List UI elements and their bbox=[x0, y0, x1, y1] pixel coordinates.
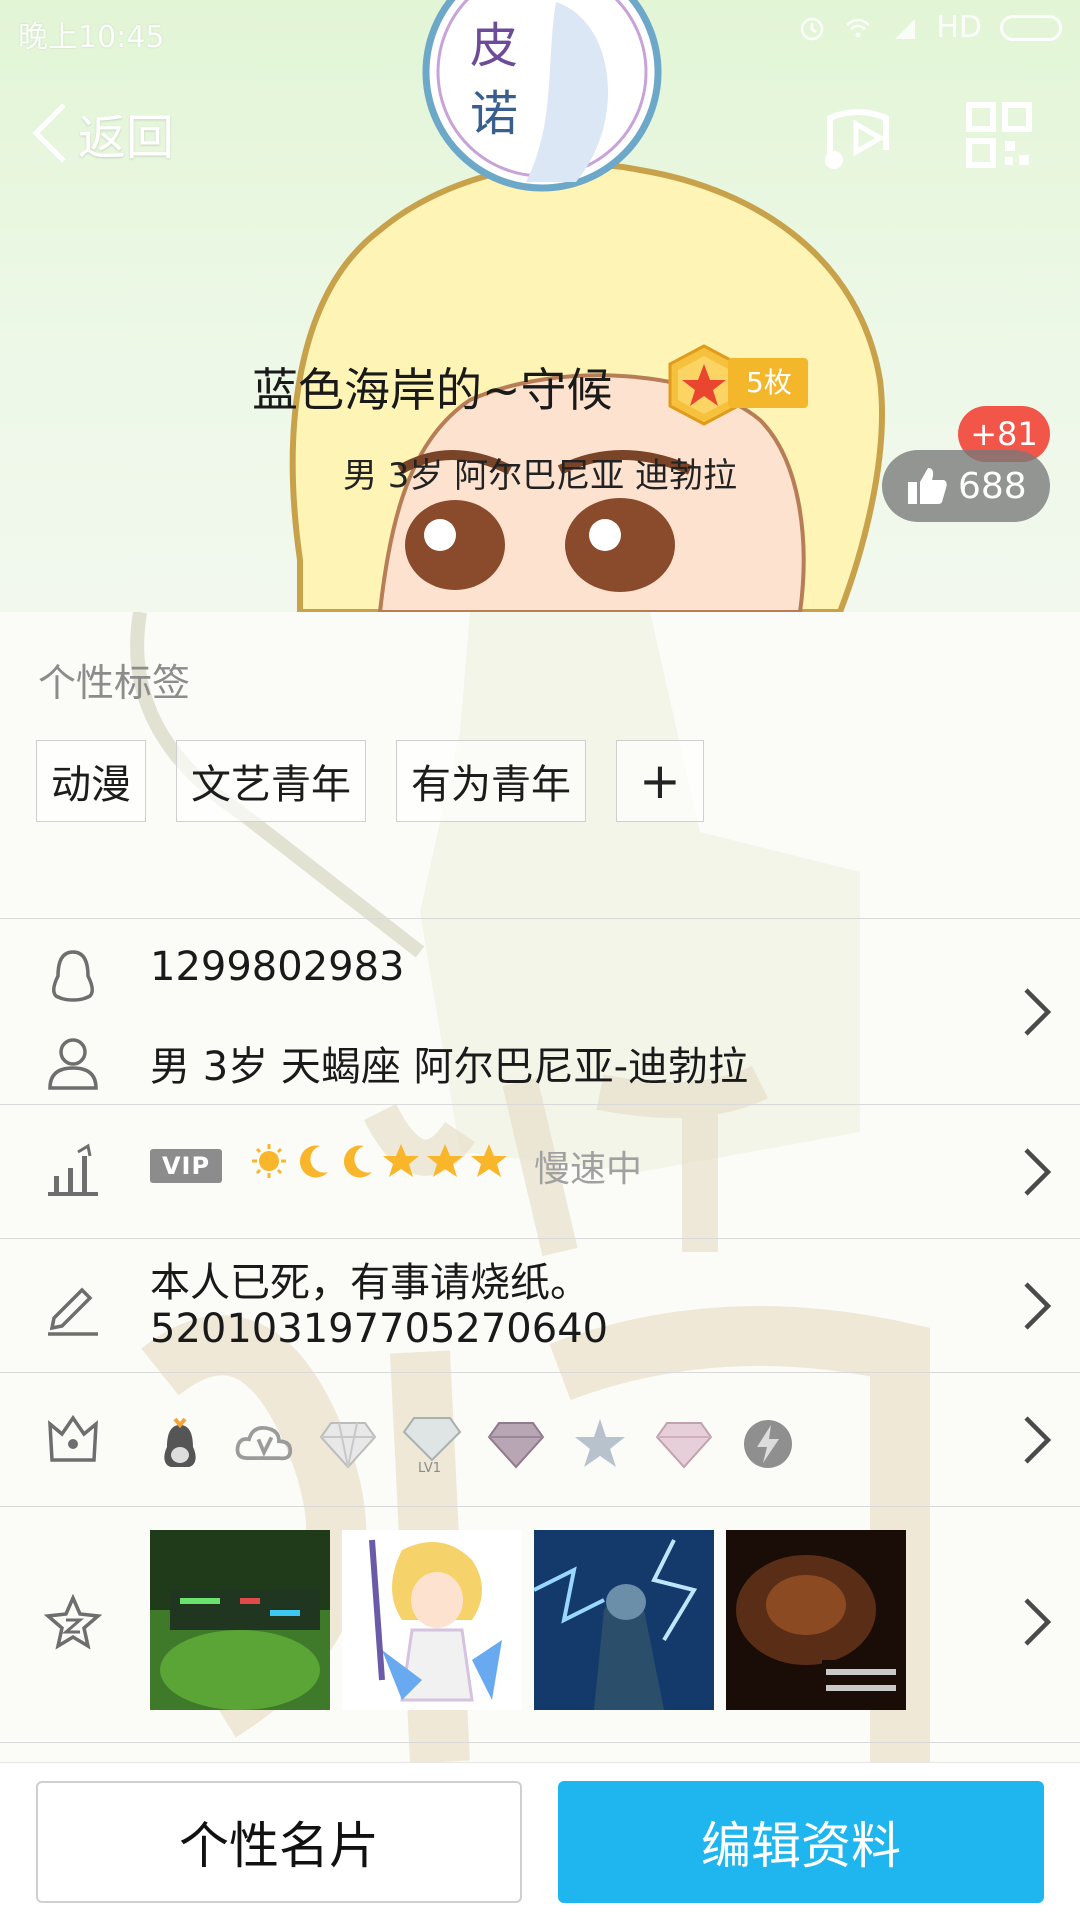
status-icons: HD bbox=[798, 10, 1062, 45]
divider bbox=[0, 1742, 1080, 1743]
music-icon[interactable] bbox=[820, 100, 894, 174]
photo-thumbnail[interactable] bbox=[534, 1530, 714, 1710]
add-tag-button[interactable]: + bbox=[616, 740, 704, 822]
star-icon bbox=[382, 1142, 420, 1180]
diamond-purple-badge-icon bbox=[486, 1414, 546, 1474]
chevron-right-icon bbox=[1024, 1598, 1052, 1646]
badge-list: LV1 bbox=[150, 1414, 798, 1474]
crown-icon bbox=[48, 1414, 98, 1462]
chevron-right-icon bbox=[1024, 988, 1052, 1036]
basic-info-row[interactable]: 1299802983 男 3岁 天蝎座 阿尔巴尼亚-迪勃拉 bbox=[0, 918, 1080, 1104]
z-star-icon bbox=[44, 1594, 102, 1650]
tag-item[interactable]: 有为青年 bbox=[396, 740, 586, 822]
diamond-pink-badge-icon bbox=[654, 1414, 714, 1474]
photo-thumbnail[interactable] bbox=[726, 1530, 906, 1710]
signal-icon bbox=[890, 14, 918, 42]
star-icon bbox=[426, 1142, 464, 1180]
tag-item[interactable]: 动漫 bbox=[36, 740, 146, 822]
moon-icon bbox=[294, 1142, 332, 1180]
chevron-right-icon bbox=[1024, 1148, 1052, 1196]
badges-row[interactable]: LV1 bbox=[0, 1372, 1080, 1506]
bottom-action-bar: 个性名片 编辑资料 bbox=[0, 1762, 1080, 1921]
pencil-icon bbox=[48, 1287, 98, 1336]
lightning-badge-icon bbox=[738, 1414, 798, 1474]
level-icons bbox=[250, 1142, 508, 1180]
sun-icon bbox=[250, 1142, 288, 1180]
status-time: 晚上10:45 bbox=[18, 20, 165, 55]
profile-card-button[interactable]: 个性名片 bbox=[36, 1781, 522, 1903]
back-button[interactable]: 返回 bbox=[30, 98, 174, 168]
tag-item[interactable]: 文艺青年 bbox=[176, 740, 366, 822]
nickname-row: 蓝色海岸的~守候 5枚 bbox=[0, 340, 1080, 426]
diamond-badge-icon bbox=[318, 1414, 378, 1474]
level-chart-icon bbox=[48, 1143, 98, 1196]
vip-level-row[interactable]: VIP 慢速中 bbox=[0, 1104, 1080, 1238]
top-nav: 返回 bbox=[0, 88, 1080, 184]
vip-badge: VIP bbox=[150, 1149, 222, 1183]
diamond-lv1-badge-icon: LV1 bbox=[402, 1414, 462, 1474]
tags-title: 个性标签 bbox=[38, 661, 191, 705]
nickname: 蓝色海岸的~守候 bbox=[252, 363, 613, 417]
tags-list: 动漫 文艺青年 有为青年 + bbox=[36, 740, 704, 822]
photo-thumbnail[interactable] bbox=[342, 1530, 522, 1710]
medal-count[interactable]: 5枚 bbox=[728, 358, 808, 408]
penguin-badge-icon bbox=[150, 1414, 210, 1474]
speed-status: 慢速中 bbox=[534, 1149, 643, 1190]
chevron-right-icon bbox=[1024, 1282, 1052, 1330]
signature-line-2: 520103197705270640 bbox=[150, 1306, 609, 1352]
signature-line-1: 本人已死，有事请烧纸。 bbox=[150, 1260, 590, 1306]
thumbs-up-icon bbox=[908, 468, 947, 504]
photo-thumbnail[interactable] bbox=[150, 1530, 330, 1710]
profile-details: 男 3岁 天蝎座 阿尔巴尼亚-迪勃拉 bbox=[150, 1044, 749, 1090]
like-count: 688 bbox=[958, 465, 1027, 507]
like-button[interactable]: 688 bbox=[882, 450, 1050, 522]
star-icon bbox=[470, 1142, 508, 1180]
cloud-v-badge-icon bbox=[234, 1414, 294, 1474]
moon-icon bbox=[338, 1142, 376, 1180]
profile-content: 个性标签 动漫 文艺青年 有为青年 + 1299802983 男 3岁 天蝎座 … bbox=[0, 612, 1080, 1762]
back-label: 返回 bbox=[78, 110, 175, 166]
lv1-label: LV1 bbox=[418, 1461, 441, 1474]
photo-list bbox=[150, 1530, 906, 1710]
edit-profile-button[interactable]: 编辑资料 bbox=[558, 1781, 1044, 1903]
person-icon bbox=[48, 1038, 98, 1090]
network-label: HD bbox=[936, 10, 982, 45]
chevron-left-icon bbox=[32, 103, 66, 163]
photo-wall-row[interactable] bbox=[0, 1506, 1080, 1738]
wifi-icon bbox=[844, 14, 872, 42]
avatar-text-1: 皮 bbox=[470, 18, 518, 74]
penguin-icon bbox=[52, 950, 94, 1002]
signature-row[interactable]: 本人已死，有事请烧纸。 520103197705270640 bbox=[0, 1238, 1080, 1372]
alarm-icon bbox=[798, 14, 826, 42]
chevron-right-icon bbox=[1024, 1416, 1052, 1464]
qq-number: 1299802983 bbox=[150, 944, 405, 990]
qr-code-icon[interactable] bbox=[966, 102, 1032, 168]
star-badge-icon bbox=[570, 1414, 630, 1474]
battery-icon bbox=[1000, 14, 1062, 41]
profile-cover: 晚上10:45 HD 皮 诺 返回 蓝色海岸的~守候 5枚 男 3岁 阿尔巴尼亚… bbox=[0, 0, 1080, 612]
